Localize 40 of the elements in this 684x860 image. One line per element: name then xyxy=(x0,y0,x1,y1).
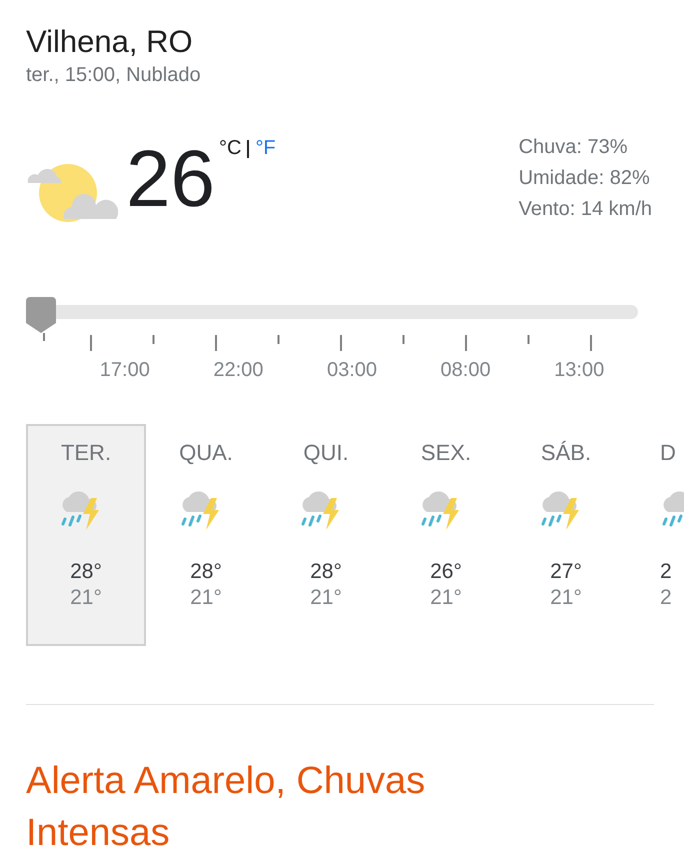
high-temperature: 26° xyxy=(430,560,462,584)
day-name: TER. xyxy=(60,440,112,466)
time-label: 13:00 xyxy=(553,359,606,382)
time-condition: ter., 15:00, Nublado xyxy=(26,64,202,87)
weather-detail: Vento: 14 km/h xyxy=(518,197,652,222)
time-label: 17:00 xyxy=(98,359,151,382)
low-temperature: 21° xyxy=(310,586,342,610)
low-temperature: 21° xyxy=(430,586,462,610)
temperature: 26 xyxy=(126,139,215,219)
location-title: Vilhena, RO xyxy=(26,23,194,61)
weather-alert[interactable]: Alerta Amarelo, Chuvas Intensas xyxy=(26,755,546,859)
day-name: QUA. xyxy=(179,440,233,466)
high-temperature: 28° xyxy=(190,560,222,584)
time-label: 22:00 xyxy=(212,359,264,382)
timeline-slider[interactable] xyxy=(26,297,638,333)
day-forecast[interactable]: QUA. 28° 21° xyxy=(146,424,266,646)
high-temperature: 28° xyxy=(310,560,342,584)
slider-thumb[interactable] xyxy=(26,297,56,333)
day-forecast[interactable]: SEX. 26° 21° xyxy=(386,424,506,646)
low-temperature: 2 xyxy=(660,586,672,610)
time-label: 08:00 xyxy=(440,359,492,382)
high-temperature: 27° xyxy=(550,560,582,584)
high-temperature: 2 xyxy=(660,560,672,584)
day-forecast[interactable]: QUI. 28° 21° xyxy=(266,424,386,646)
unit-toggle[interactable]: °F xyxy=(255,137,276,160)
day-name: SÁB. xyxy=(540,440,592,466)
day-name: D xyxy=(660,440,676,466)
low-temperature: 21° xyxy=(70,586,102,610)
weather-detail: Umidade: 82% xyxy=(518,166,651,191)
day-forecast[interactable]: D 2 2 xyxy=(626,424,684,646)
day-name: QUI. xyxy=(303,440,349,466)
low-temperature: 21° xyxy=(550,586,582,610)
day-name: SEX. xyxy=(420,440,472,466)
day-forecast[interactable]: TER. 28° 21° xyxy=(26,424,146,646)
time-label: 03:00 xyxy=(326,359,378,382)
low-temperature: 21° xyxy=(190,586,222,610)
high-temperature: 28° xyxy=(70,560,102,584)
weather-detail: Chuva: 73% xyxy=(518,135,629,160)
day-forecast[interactable]: SÁB. 27° 21° xyxy=(506,424,626,646)
unit-toggle[interactable]: °C xyxy=(218,137,242,160)
